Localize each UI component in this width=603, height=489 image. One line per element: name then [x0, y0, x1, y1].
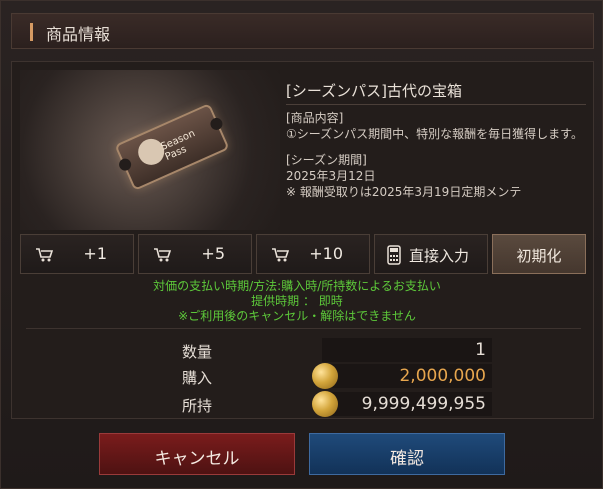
owned-label: 所持	[182, 397, 213, 415]
quantity-row: 数量 1	[182, 338, 502, 362]
title-accent-bar	[30, 23, 33, 41]
item-divider	[286, 104, 586, 105]
cart-icon	[154, 248, 171, 262]
notice-line-1: 対価の支払い時期/方法:購入時/所持数によるお支払い	[153, 279, 441, 293]
content-body: ①シーズンパス期間中、特別な報酬を毎日獲得します。	[286, 127, 583, 141]
owned-row: 所持 9,999,499,955	[182, 391, 502, 417]
purchase-notice: 対価の支払い時期/方法:購入時/所持数によるお支払い 提供時期 ： 即時 ※ご利…	[82, 279, 512, 324]
dialog-title: 商品情報	[46, 25, 111, 44]
cancel-label: キャンセル	[154, 449, 240, 469]
product-content: Season Pass [シーズンパス]古代の宝箱 [商品内容] ①シーズンパス…	[11, 61, 594, 419]
cart-icon	[272, 248, 289, 262]
period-date: 2025年3月12日	[286, 169, 376, 183]
owned-value-box: 9,999,499,955	[312, 391, 492, 417]
reset-label: 初期化	[516, 247, 562, 265]
calculator-icon	[387, 245, 401, 265]
purchase-row: 購入 2,000,000	[182, 363, 502, 389]
dialog-titlebar: 商品情報	[11, 13, 594, 49]
ticket-text: Season Pass	[159, 128, 197, 163]
direct-input-button[interactable]: 直接入力	[374, 234, 488, 274]
summary-divider	[26, 328, 581, 329]
purchase-value: 2,000,000	[399, 366, 486, 386]
content-heading: [商品内容]	[286, 111, 344, 125]
notice-line-3: ※ご利用後のキャンセル・解除はできません	[178, 309, 416, 323]
purchase-label: 購入	[182, 369, 213, 387]
gold-coin-icon	[312, 391, 338, 417]
period-heading: [シーズン期間]	[286, 153, 367, 167]
add-1-label: +1	[83, 244, 107, 263]
item-description: [商品内容] ①シーズンパス期間中、特別な報酬を毎日獲得します。 [シーズン期間…	[286, 110, 592, 200]
add-5-label: +5	[201, 244, 225, 263]
cart-icon	[36, 248, 53, 262]
gold-coin-icon	[312, 363, 338, 389]
quantity-button-row: +1 +5 +10 直接入力 初期化	[20, 234, 587, 274]
owned-value: 9,999,499,955	[361, 394, 486, 414]
purchase-value-box: 2,000,000	[312, 363, 492, 389]
add-5-button[interactable]: +5	[138, 234, 252, 274]
confirm-button[interactable]: 確認	[309, 433, 505, 475]
quantity-value-box: 1	[322, 338, 492, 362]
add-1-button[interactable]: +1	[20, 234, 134, 274]
reset-button[interactable]: 初期化	[492, 234, 586, 274]
cancel-button[interactable]: キャンセル	[99, 433, 295, 475]
add-10-button[interactable]: +10	[256, 234, 370, 274]
direct-input-label: 直接入力	[409, 247, 470, 265]
item-name: [シーズンパス]古代の宝箱	[286, 82, 462, 100]
season-pass-ticket-icon: Season Pass	[114, 103, 230, 191]
period-note: ※ 報酬受取りは2025年3月19日定期メンテ	[286, 185, 522, 199]
item-image: Season Pass	[20, 70, 280, 230]
product-info-dialog: 商品情報 Season Pass [シーズンパス]古代の宝箱 [商品内容] ①シ…	[0, 0, 603, 489]
add-10-label: +10	[309, 244, 343, 263]
notice-line-2: 提供時期 ： 即時	[251, 294, 343, 308]
quantity-label: 数量	[182, 343, 213, 361]
quantity-value: 1	[475, 340, 486, 360]
confirm-label: 確認	[390, 449, 424, 469]
